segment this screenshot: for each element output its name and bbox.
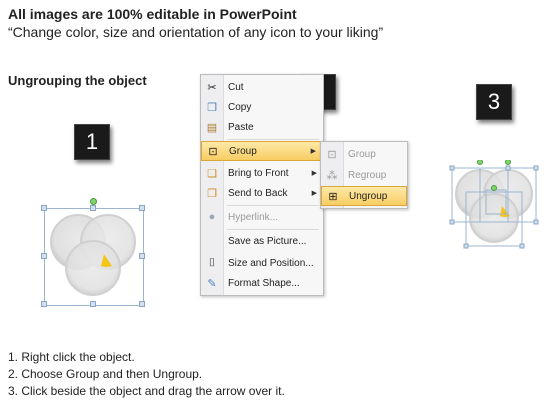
instruction-step: 1. Right click the object.: [8, 350, 135, 364]
submenu-item-regroup[interactable]: ⁂ Regroup: [321, 165, 407, 185]
size-position-icon: ⌷: [208, 256, 216, 269]
ungroup-icon: ⊞: [328, 190, 338, 203]
paste-icon: ▤: [206, 121, 218, 134]
ungrouped-venn-icon: [449, 160, 539, 249]
group-submenu: ⊡ Group ⁂ Regroup ⊞ Ungroup: [320, 141, 408, 209]
page-title: All images are 100% editable in PowerPoi…: [8, 6, 297, 22]
ungrouped-venn-object[interactable]: [446, 160, 546, 256]
menu-item-paste[interactable]: ▤ Paste: [201, 117, 323, 137]
instruction-step: 2. Choose Group and then Ungroup.: [8, 367, 203, 381]
context-menu: ✂ Cut ❐ Copy ▤ Paste ⊡ Group ▶ ❏ Bring t…: [200, 74, 324, 296]
send-to-back-icon: ❐: [207, 187, 217, 200]
submenu-item-group[interactable]: ⊡ Group: [321, 144, 407, 164]
group-icon: ⊡: [327, 148, 337, 161]
menu-item-send-to-back[interactable]: ❐ Send to Back ▶: [201, 183, 323, 203]
menu-item-bring-to-front[interactable]: ❏ Bring to Front ▶: [201, 163, 323, 183]
submenu-arrow-icon: ▶: [311, 170, 317, 177]
submenu-item-ungroup[interactable]: ⊞ Ungroup: [321, 186, 407, 206]
bring-to-front-icon: ❏: [207, 167, 217, 180]
grouped-venn-object[interactable]: [41, 198, 145, 307]
section-title: Ungrouping the object: [8, 73, 147, 88]
venn-diagram-icon: [50, 214, 136, 296]
submenu-arrow-icon: ▶: [310, 148, 316, 155]
menu-item-group[interactable]: ⊡ Group ▶: [201, 141, 323, 161]
copy-icon: ❐: [207, 101, 217, 114]
format-shape-icon: ✎: [207, 277, 217, 290]
menu-item-save-as-picture[interactable]: Save as Picture...: [201, 231, 323, 251]
menu-item-copy[interactable]: ❐ Copy: [201, 97, 323, 117]
menu-item-hyperlink[interactable]: ● Hyperlink...: [201, 207, 323, 227]
instructions-list: 1. Right click the object. 2. Choose Gro…: [8, 349, 285, 400]
step-badge-1: 1: [74, 124, 110, 160]
submenu-arrow-icon: ▶: [311, 190, 317, 197]
instruction-step: 3. Click beside the object and drag the …: [8, 384, 285, 398]
hyperlink-icon: ●: [208, 211, 216, 223]
step-badge-3: 3: [476, 84, 512, 120]
page-subtitle: “Change color, size and orientation of a…: [8, 24, 384, 40]
menu-item-format-shape[interactable]: ✎ Format Shape...: [201, 273, 323, 293]
menu-item-size-and-position[interactable]: ⌷ Size and Position...: [201, 253, 323, 273]
menu-item-cut[interactable]: ✂ Cut: [201, 77, 323, 97]
group-icon: ⊡: [208, 145, 218, 158]
scissors-icon: ✂: [207, 81, 217, 94]
regroup-icon: ⁂: [326, 169, 338, 182]
